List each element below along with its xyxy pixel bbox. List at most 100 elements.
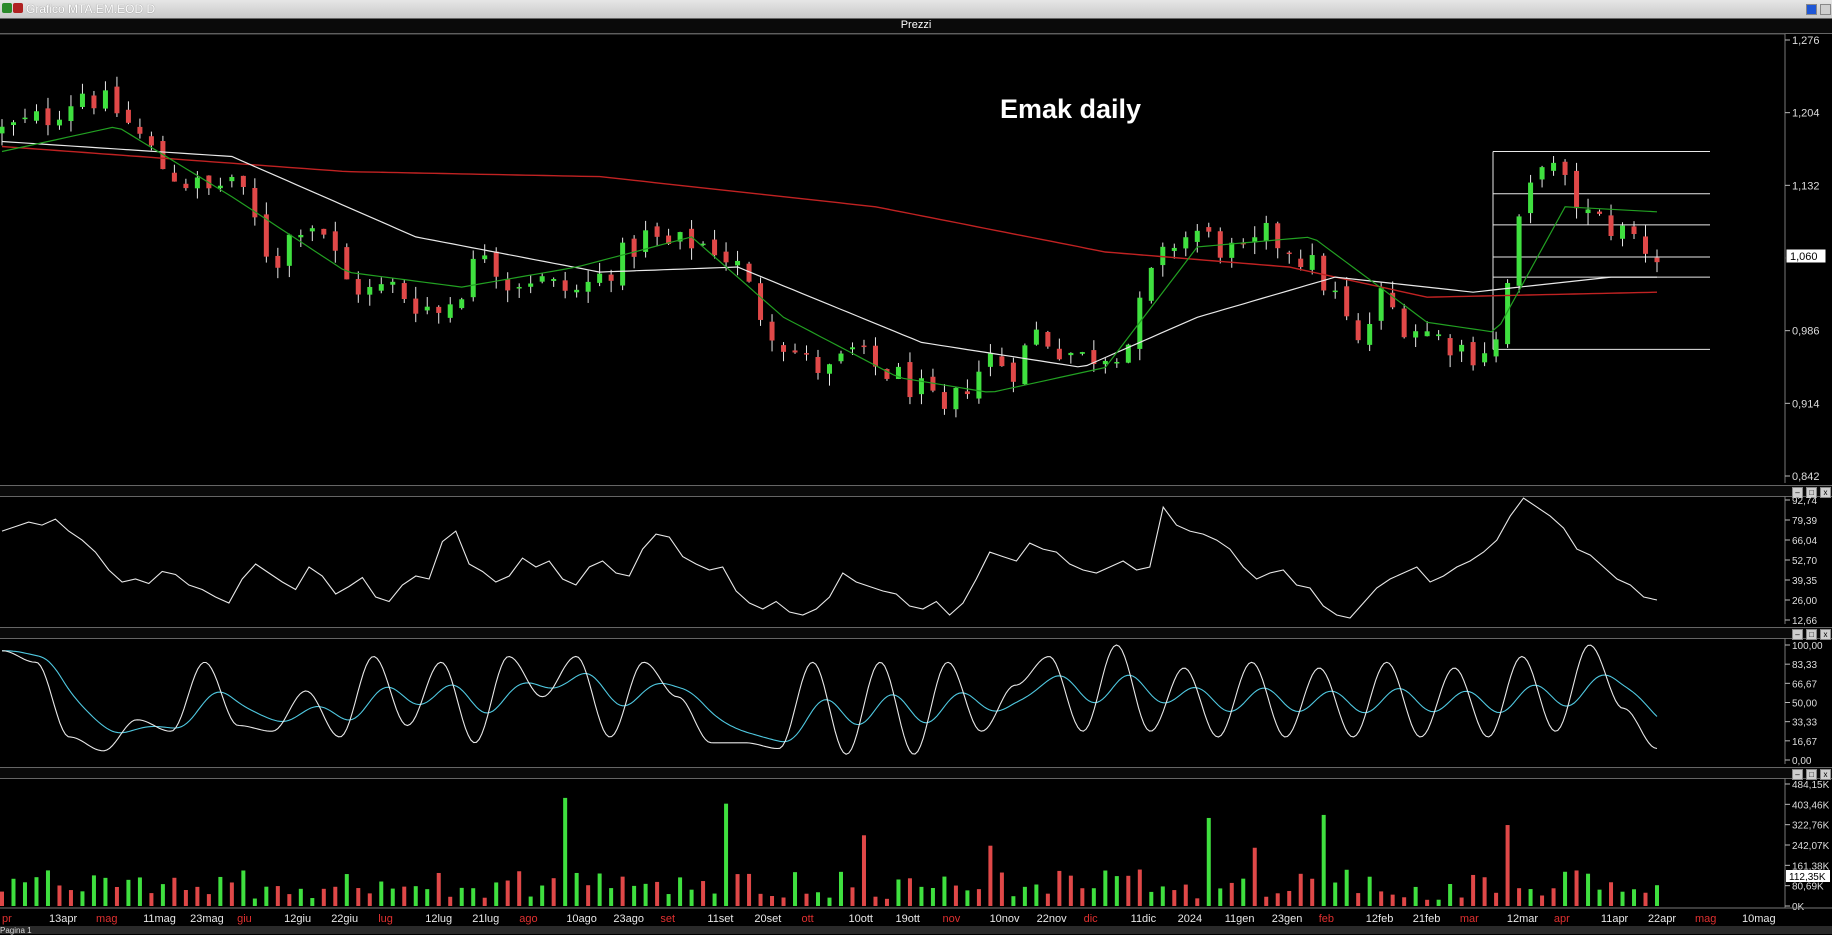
- volume-bar: [1528, 889, 1533, 906]
- volume-bar: [45, 870, 50, 906]
- candle-body: [1562, 161, 1568, 175]
- volume-bar: [999, 872, 1004, 906]
- volume-bar: [586, 885, 591, 906]
- volume-bar: [390, 888, 395, 906]
- candle-body: [1263, 222, 1269, 242]
- candle-body: [298, 234, 304, 238]
- candle-body: [413, 298, 419, 314]
- candle-body: [217, 185, 223, 189]
- volume-bar: [643, 883, 648, 906]
- volume-bar: [1137, 869, 1142, 906]
- volume-bar: [1126, 875, 1131, 906]
- volume-bar: [655, 881, 660, 906]
- volume-bar: [494, 882, 499, 906]
- date-axis-label: 10mag: [1742, 913, 1776, 925]
- candle-body: [1079, 352, 1085, 354]
- date-axis-label: 11apr: [1601, 913, 1629, 925]
- volume-bar: [379, 881, 384, 906]
- last-volume-label: 112,35K: [1789, 872, 1826, 883]
- candle-body: [608, 274, 614, 281]
- date-axis-label: 21feb: [1413, 913, 1441, 925]
- volume-bar: [160, 884, 165, 906]
- candle-body: [1171, 247, 1177, 251]
- candle-body: [1631, 226, 1637, 235]
- sheet-tab[interactable]: Pagina 1: [0, 926, 32, 935]
- volume-bar: [126, 879, 131, 906]
- chart-annotation: Emak daily: [1000, 94, 1141, 124]
- volume-bar: [1298, 873, 1303, 906]
- candle-body: [861, 345, 867, 348]
- volume-bar: [1022, 886, 1027, 906]
- volume-bar: [91, 875, 96, 906]
- volume-bar: [471, 888, 476, 906]
- candle-body: [849, 347, 855, 350]
- candle-body: [321, 228, 327, 235]
- candle-body: [33, 111, 39, 121]
- stoch-tick-label: 66,67: [1792, 679, 1817, 690]
- stoch-tick-label: 33,33: [1792, 718, 1817, 729]
- volume-bar: [1540, 895, 1545, 906]
- candle-body: [1068, 352, 1074, 356]
- volume-bar: [712, 893, 717, 906]
- stoch-axis-ticks: 100,00 83,33 66,67 50,00 33,33 16,67 0,00: [1785, 641, 1823, 767]
- volume-bar: [0, 891, 4, 906]
- volume-bar: [597, 873, 602, 906]
- stoch-tick-label: 83,33: [1792, 660, 1817, 671]
- candle-body: [551, 279, 557, 281]
- date-axis-label: 22nov: [1037, 913, 1067, 925]
- rsi-axis-ticks: 92,74 79,39 66,04 52,70 39,35 26,00 12,66: [1785, 496, 1817, 627]
- date-axis-label: giu: [237, 913, 252, 925]
- candle-body: [804, 353, 810, 355]
- candle-body: [585, 281, 591, 292]
- date-axis-label: 12lug: [425, 913, 452, 925]
- volume-bar: [402, 886, 407, 906]
- ma-long-line: [1, 145, 1658, 298]
- volume-bar: [758, 893, 763, 906]
- date-axis-label: ott: [801, 913, 813, 925]
- date-axis-label: 22apr: [1648, 913, 1676, 925]
- candle-body: [424, 306, 430, 311]
- date-axis-label: 10ott: [848, 913, 872, 925]
- candle-body: [183, 183, 189, 189]
- volume-bar: [1195, 898, 1200, 906]
- candle-body: [1309, 255, 1315, 270]
- volume-bar: [1609, 882, 1614, 906]
- candle-body: [1574, 170, 1580, 209]
- date-axis-label: 13apr: [49, 913, 77, 925]
- volume-bar: [988, 845, 993, 906]
- candle-body: [539, 276, 545, 282]
- candle-body: [1286, 252, 1292, 255]
- volume-bar: [1241, 878, 1246, 906]
- candle-body: [1275, 223, 1281, 249]
- candle-body: [1539, 167, 1545, 180]
- volume-bar: [1551, 888, 1556, 906]
- candle-body: [68, 106, 74, 122]
- volume-bar: [413, 886, 418, 906]
- candle-body: [1148, 267, 1154, 301]
- candle-body: [1183, 237, 1189, 249]
- volume-bar: [884, 898, 889, 906]
- volume-bar: [344, 874, 349, 906]
- volume-bar: [1011, 896, 1016, 906]
- candle-body: [1344, 286, 1350, 317]
- date-axis-label: 12giu: [284, 913, 311, 925]
- candle-body: [1321, 255, 1327, 291]
- candle-body: [1194, 230, 1200, 242]
- rsi-panel: 92,74 79,39 66,04 52,70 39,35 26,00 12,66: [1, 496, 1817, 627]
- volume-axis-ticks: 484,15K403,46K322,76K242,07K161,38K80,69…: [1785, 780, 1830, 913]
- volume-bar: [1620, 891, 1625, 906]
- volume-bar: [678, 877, 683, 906]
- candle-body: [1608, 215, 1614, 237]
- candle-body: [125, 109, 131, 123]
- candle-body: [378, 284, 384, 291]
- volume-bar: [367, 893, 372, 906]
- volume-bar: [1586, 873, 1591, 906]
- candle-body: [482, 255, 488, 260]
- volume-bar: [1471, 874, 1476, 906]
- stock-chart[interactable]: 1,276 1,204 1,132 1,060 0,986 0,914 0,842 Emak…: [0, 0, 1832, 934]
- volume-bar: [976, 889, 981, 906]
- volume-bar: [1264, 896, 1269, 906]
- candle-body: [712, 239, 718, 256]
- candle-body: [1585, 209, 1591, 214]
- candle-body: [827, 364, 832, 374]
